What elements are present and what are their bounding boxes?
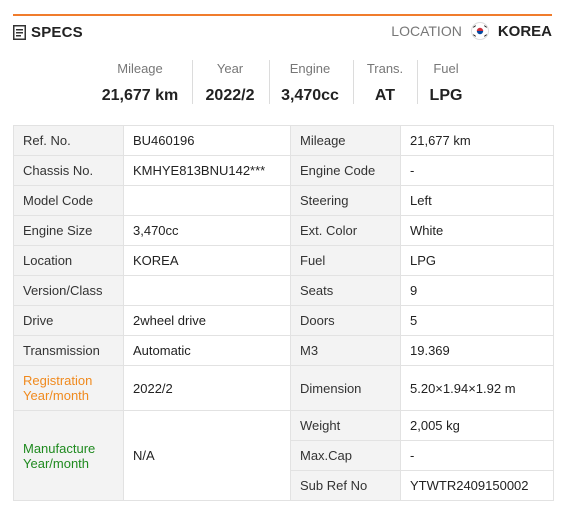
location-label: LOCATION (391, 23, 462, 39)
spec-key-registration: Registration Year/month (13, 365, 124, 411)
spec-value: KMHYE813BNU142*** (123, 155, 291, 186)
spec-value: 21,677 km (400, 125, 554, 156)
spec-key: Location (13, 245, 124, 276)
spec-key: Seats (290, 275, 401, 306)
spec-value: 5 (400, 305, 554, 336)
summary-engine: Engine 3,470cc (275, 60, 345, 106)
location-info: LOCATION KOREA (391, 22, 552, 40)
spec-value: YTWTR2409150002 (400, 470, 554, 501)
specs-table: Ref. No. BU460196 Mileage 21,677 km Chas… (13, 125, 554, 501)
spec-value: BU460196 (123, 125, 291, 156)
spec-key: Version/Class (13, 275, 124, 306)
spec-key: Mileage (290, 125, 401, 156)
document-icon (13, 24, 26, 40)
summary-divider (192, 60, 193, 104)
specs-title: SPECS (31, 23, 83, 41)
table-row: Model Code Steering Left (13, 185, 554, 216)
summary-divider (417, 60, 418, 104)
spec-value (123, 275, 291, 306)
spec-key: Ref. No. (13, 125, 124, 156)
summary-value: AT (374, 87, 396, 104)
spec-value: 2wheel drive (123, 305, 291, 336)
spec-value: 19.369 (400, 335, 554, 366)
location-value: KOREA (497, 22, 552, 40)
table-row: Drive 2wheel drive Doors 5 (13, 305, 554, 336)
specs-header: SPECS (13, 23, 83, 41)
south-korea-flag-icon (470, 22, 490, 40)
summary-label: Trans. (366, 61, 404, 76)
table-row: Engine Size 3,470cc Ext. Color White (13, 215, 554, 246)
spec-value: White (400, 215, 554, 246)
spec-value (123, 185, 291, 216)
summary-label: Fuel (433, 61, 459, 76)
spec-key: Transmission (13, 335, 124, 366)
spec-key: Weight (290, 410, 401, 441)
spec-key: Steering (290, 185, 401, 216)
table-row: Chassis No. KMHYE813BNU142*** Engine Cod… (13, 155, 554, 186)
summary-label: Mileage (117, 61, 163, 76)
spec-value: 3,470cc (123, 215, 291, 246)
summary-divider (353, 60, 354, 104)
spec-key: Doors (290, 305, 401, 336)
summary-trans: Trans. AT (358, 60, 412, 106)
summary-value: 3,470cc (281, 87, 339, 104)
spec-key: Drive (13, 305, 124, 336)
summary-fuel: Fuel LPG (422, 60, 470, 106)
spec-key: Chassis No. (13, 155, 124, 186)
spec-key: M3 (290, 335, 401, 366)
spec-value: - (400, 440, 554, 471)
summary-bar: Mileage 21,677 km Year 2022/2 Engine 3,4… (0, 58, 579, 108)
summary-year: Year 2022/2 (198, 60, 262, 106)
summary-value: LPG (429, 87, 463, 104)
summary-label: Year (216, 61, 244, 76)
spec-key: Sub Ref No (290, 470, 401, 501)
table-row: Version/Class Seats 9 (13, 275, 554, 306)
table-row: Registration Year/month 2022/2 Dimension… (13, 365, 554, 411)
spec-key-manufacture: Manufacture Year/month (13, 410, 124, 501)
spec-key: Ext. Color (290, 215, 401, 246)
table-row: Ref. No. BU460196 Mileage 21,677 km (13, 125, 554, 156)
spec-value: 9 (400, 275, 554, 306)
table-row: Manufacture Year/month N/A Weight 2,005 … (13, 410, 554, 501)
spec-value: Automatic (123, 335, 291, 366)
summary-label: Engine (289, 61, 331, 76)
header-accent-line (13, 14, 552, 16)
spec-key: Max.Cap (290, 440, 401, 471)
table-row: Location KOREA Fuel LPG (13, 245, 554, 276)
spec-value: KOREA (123, 245, 291, 276)
spec-key: Model Code (13, 185, 124, 216)
summary-value: 2022/2 (205, 87, 255, 104)
spec-value: 2022/2 (123, 365, 291, 411)
summary-divider (269, 60, 270, 104)
spec-value: - (400, 155, 554, 186)
spec-value: N/A (123, 410, 291, 501)
spec-key: Engine Code (290, 155, 401, 186)
summary-mileage: Mileage 21,677 km (95, 60, 185, 106)
spec-key: Fuel (290, 245, 401, 276)
spec-value: Left (400, 185, 554, 216)
spec-key: Dimension (290, 365, 401, 411)
spec-value: LPG (400, 245, 554, 276)
table-row: Transmission Automatic M3 19.369 (13, 335, 554, 366)
summary-value: 21,677 km (101, 87, 179, 104)
spec-value: 5.20×1.94×1.92 m (400, 365, 554, 411)
spec-value: 2,005 kg (400, 410, 554, 441)
spec-key: Engine Size (13, 215, 124, 246)
